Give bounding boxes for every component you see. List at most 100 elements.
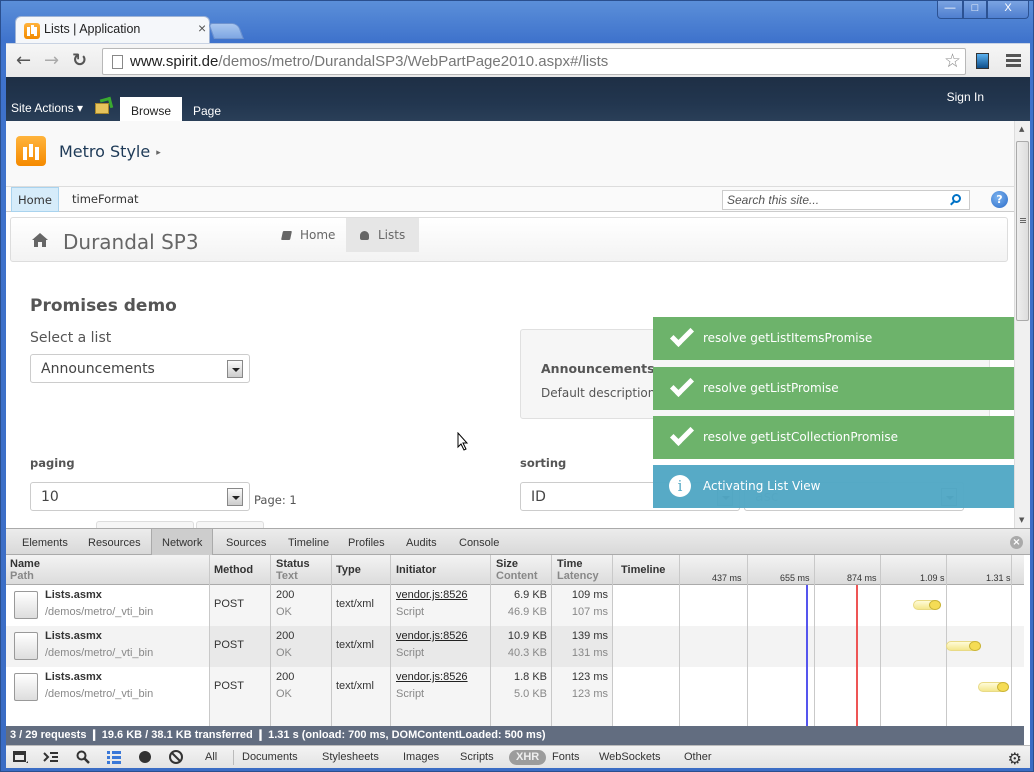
chevron-down-icon — [227, 488, 243, 506]
browser-toolbar: ← → ↻ www.spirit.de/demos/metro/Durandal… — [6, 43, 1030, 77]
request-initiator[interactable]: vendor.js:8526 Script — [396, 669, 468, 703]
filter-stylesheets[interactable]: Stylesheets — [322, 751, 379, 763]
devtools-close-icon[interactable]: × — [1010, 536, 1023, 549]
devtools-tab-profiles[interactable]: Profiles — [338, 529, 395, 555]
filter-images[interactable]: Images — [403, 751, 439, 763]
menu-icon[interactable] — [1006, 54, 1021, 57]
bookmark-star-icon[interactable]: ☆ — [944, 50, 961, 72]
console-drawer-icon[interactable] — [43, 749, 59, 765]
request-method: POST — [214, 680, 244, 692]
page-scrollbar[interactable]: ▲ ▼ — [1014, 121, 1030, 528]
home-icon — [32, 233, 48, 247]
address-bar[interactable]: www.spirit.de/demos/metro/DurandalSP3/We… — [102, 48, 966, 75]
browser-tab[interactable]: Lists | Application × — [15, 16, 210, 44]
list-info-description: Default description — [541, 386, 656, 400]
forward-button[interactable]: → — [44, 50, 59, 71]
app-nav-home[interactable]: Home — [268, 218, 349, 252]
new-tab-button[interactable] — [208, 23, 244, 39]
timeline-bar[interactable] — [977, 682, 1009, 692]
toast-success[interactable]: resolve getListCollectionPromise — [653, 416, 1018, 459]
topnav-timeformat[interactable]: timeFormat — [72, 192, 139, 206]
timeline-bar[interactable] — [945, 641, 981, 651]
browser-window: Lists | Application × — □ X ← → ↻ www.sp… — [0, 0, 1034, 772]
dock-icon[interactable] — [12, 749, 28, 765]
scroll-down-icon[interactable]: ▼ — [1019, 516, 1024, 524]
scrollbar-thumb[interactable] — [1016, 141, 1029, 321]
timeline-bar[interactable] — [913, 600, 942, 610]
devtools-tab-network[interactable]: Network — [151, 529, 214, 555]
app-brand[interactable]: Durandal SP3 — [63, 230, 199, 254]
request-time: 123 ms 123 ms — [571, 671, 608, 700]
tab-close-icon[interactable]: × — [198, 20, 206, 36]
devtools-tab-console[interactable]: Console — [449, 529, 509, 555]
request-name[interactable]: Lists.asmx/demos/metro/_vti_bin — [45, 628, 153, 662]
network-summary: 3 / 29 requests ❙ 19.6 KB / 38.1 KB tran… — [6, 726, 1024, 745]
app-nav-lists[interactable]: Lists — [346, 218, 420, 252]
favicon-icon — [24, 23, 40, 39]
ribbon: Site Actions ▾ Browse Page Sign In — [6, 77, 1030, 121]
info-icon: i — [669, 475, 691, 497]
devtools-tab-elements[interactable]: Elements — [12, 529, 78, 555]
ribbon-tab-page[interactable]: Page — [182, 97, 232, 121]
page-indicator: Page: 1 — [254, 493, 297, 507]
record-icon[interactable] — [137, 749, 153, 765]
filter-scripts[interactable]: Scripts — [460, 751, 494, 763]
site-header: Metro Style ▸ — [6, 121, 1014, 186]
paging-select[interactable]: 10 — [30, 482, 250, 511]
maximize-button[interactable]: □ — [963, 1, 987, 19]
devtools-tab-resources[interactable]: Resources — [78, 529, 151, 555]
ribbon-tab-browse[interactable]: Browse — [120, 97, 183, 121]
filter-fonts[interactable]: Fonts — [552, 751, 580, 763]
clear-icon[interactable] — [168, 749, 184, 765]
site-actions-menu[interactable]: Site Actions ▾ — [11, 101, 83, 115]
request-name[interactable]: Lists.asmx/demos/metro/_vti_bin — [45, 587, 153, 621]
close-window-button[interactable]: X — [987, 1, 1029, 19]
search-input[interactable] — [723, 191, 943, 209]
devtools-tab-audits[interactable]: Audits — [396, 529, 447, 555]
devtools-tab-timeline[interactable]: Timeline — [278, 529, 339, 555]
sign-in-link[interactable]: Sign In — [947, 90, 984, 104]
toast-success[interactable]: resolve getListPromise — [653, 367, 1018, 410]
select-list-label: Select a list — [30, 330, 112, 346]
scroll-up-icon[interactable]: ▲ — [1019, 125, 1024, 133]
request-status: 200 OK — [276, 589, 295, 618]
request-type: text/xml — [336, 598, 374, 610]
navigate-up-icon[interactable] — [95, 103, 109, 114]
back-button[interactable]: ← — [16, 50, 31, 71]
gear-icon[interactable]: ⚙ — [1008, 749, 1022, 768]
file-icon — [14, 591, 38, 619]
topnav-home[interactable]: Home — [11, 187, 59, 212]
filter-other[interactable]: Other — [684, 751, 712, 763]
filter-all[interactable]: All — [205, 751, 217, 763]
request-status: 200 OK — [276, 671, 295, 700]
search-icon[interactable] — [952, 194, 961, 203]
list-select[interactable]: Announcements — [30, 354, 250, 383]
request-status: 200 OK — [276, 630, 295, 659]
toast-info[interactable]: i Activating List View — [653, 465, 1018, 508]
check-icon — [669, 372, 695, 398]
help-icon[interactable]: ? — [991, 191, 1008, 208]
request-initiator[interactable]: vendor.js:8526 Script — [396, 628, 468, 662]
file-icon — [14, 673, 38, 701]
extension-icon[interactable] — [976, 53, 989, 69]
search-icon[interactable] — [75, 749, 91, 765]
request-size: 6.9 KB 46.9 KB — [507, 589, 547, 618]
request-initiator[interactable]: vendor.js:8526 Script — [396, 587, 468, 621]
toast-success[interactable]: resolve getListItemsPromise — [653, 317, 1018, 360]
site-title[interactable]: Metro Style ▸ — [59, 142, 161, 161]
list-view-icon[interactable] — [106, 749, 122, 765]
request-size: 10.9 KB 40.3 KB — [507, 630, 547, 659]
site-search — [722, 190, 970, 210]
reload-button[interactable]: ↻ — [72, 50, 87, 71]
request-method: POST — [214, 598, 244, 610]
filter-websockets[interactable]: WebSockets — [599, 751, 661, 763]
filter-documents[interactable]: Documents — [242, 751, 298, 763]
page-icon — [112, 55, 123, 69]
paging-label: paging — [30, 456, 75, 470]
filter-xhr[interactable]: XHR — [509, 750, 547, 765]
request-name[interactable]: Lists.asmx/demos/metro/_vti_bin — [45, 669, 153, 703]
minimize-button[interactable]: — — [937, 1, 963, 19]
mouse-cursor-icon — [457, 432, 469, 451]
devtools-tab-sources[interactable]: Sources — [216, 529, 276, 555]
list-info-title: Announcements — [541, 361, 655, 376]
